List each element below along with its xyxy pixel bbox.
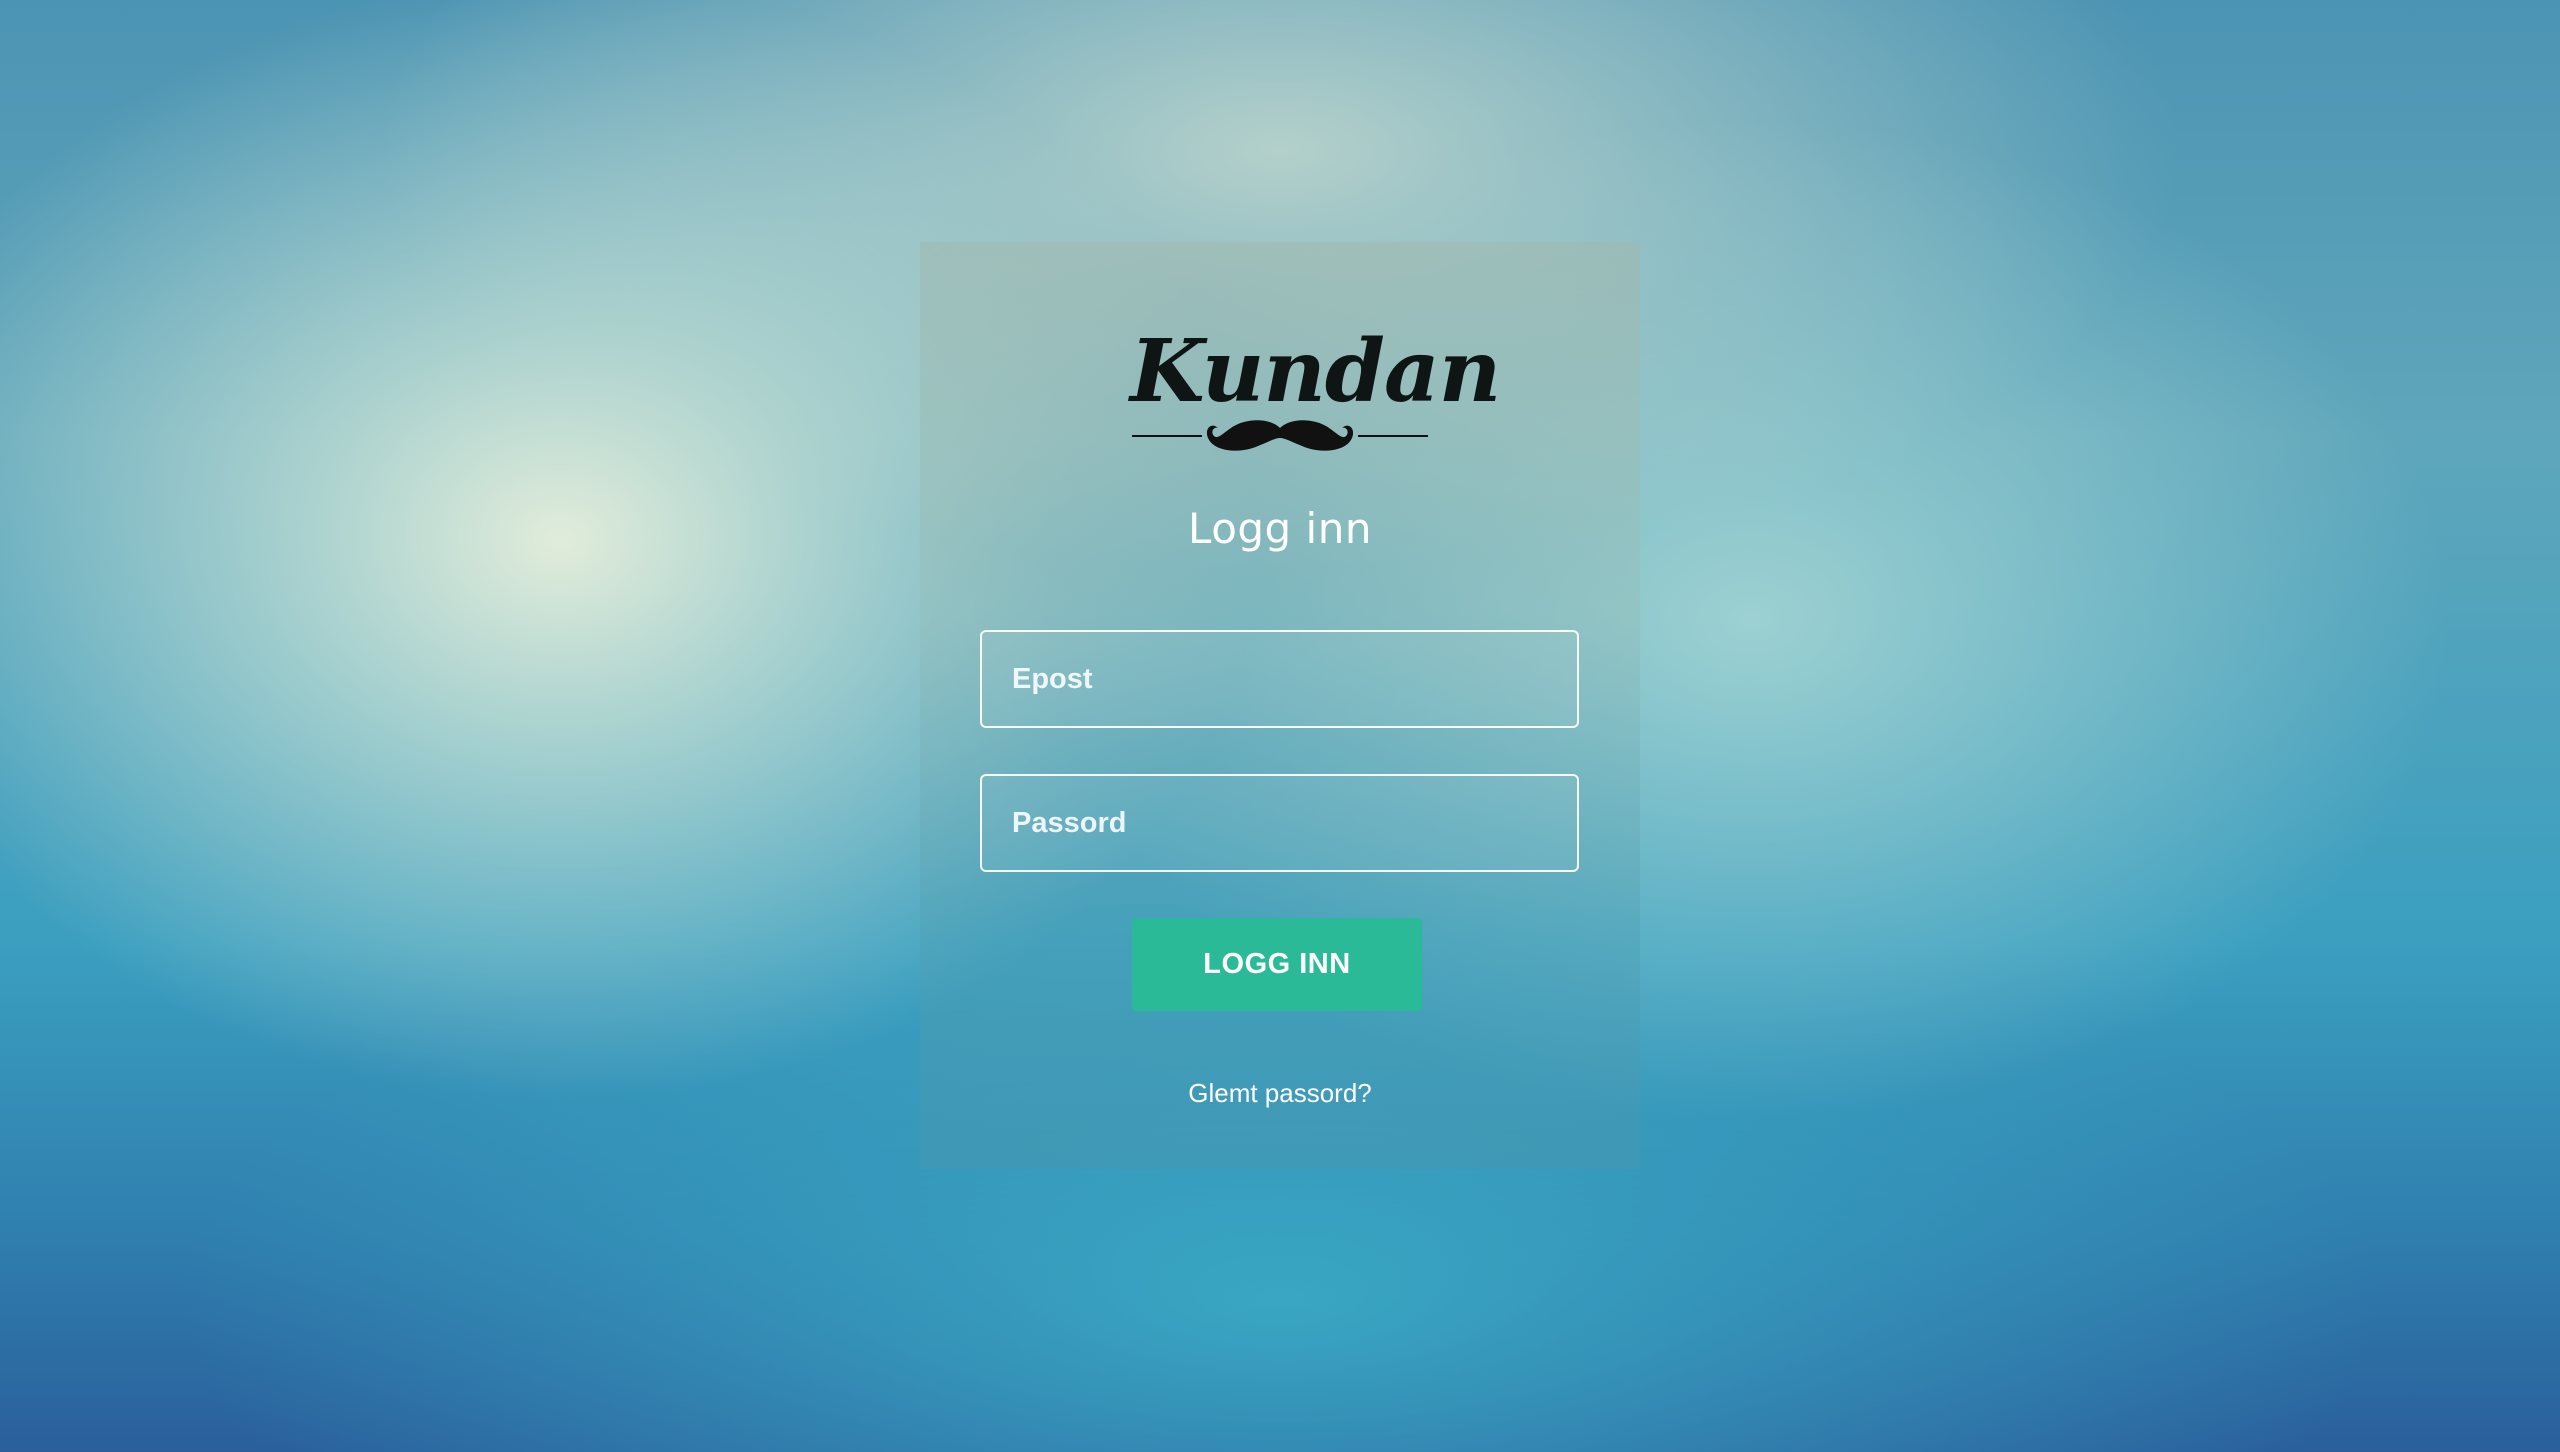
brand-logo: Kundan [1130, 321, 1501, 462]
password-field[interactable] [980, 774, 1579, 872]
login-button[interactable]: LOGG INN [1132, 918, 1422, 1011]
brand-logo-text: Kundan [1130, 321, 1501, 422]
page-title: Logg inn [1188, 504, 1372, 553]
forgot-password-link[interactable]: Glemt passord? [920, 1078, 1640, 1109]
email-field[interactable] [980, 630, 1579, 728]
mustache-icon [1132, 420, 1428, 451]
login-card: Kundan Logg inn LOGG INN Glemt passord? [920, 242, 1640, 1169]
